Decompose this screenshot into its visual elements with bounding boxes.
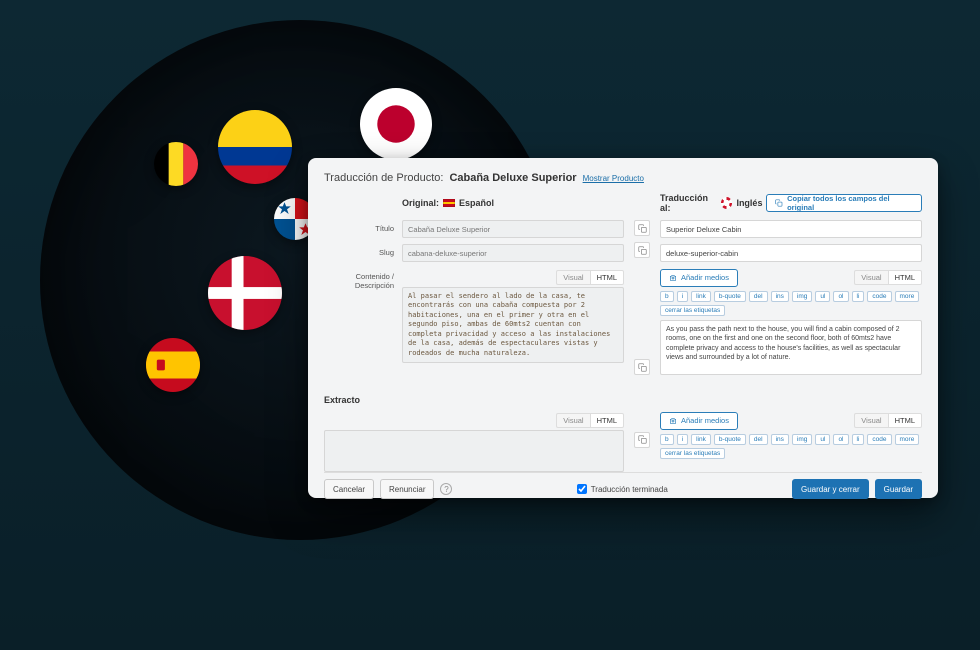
slug-label: Slug xyxy=(324,244,394,257)
tab-visual[interactable]: Visual xyxy=(556,413,589,428)
copy-all-button[interactable]: Copiar todos los campos del original xyxy=(766,194,922,212)
translation-editor-tabs: Visual HTML xyxy=(854,270,922,285)
copy-excerpt-button[interactable] xyxy=(634,432,650,448)
title-label: Título xyxy=(324,220,394,233)
flag-spain xyxy=(146,338,200,392)
panel-footer: Cancelar Renunciar ? Traducción terminad… xyxy=(324,472,922,499)
help-icon[interactable]: ? xyxy=(440,483,452,495)
tab-html[interactable]: HTML xyxy=(888,270,922,285)
tag-li[interactable]: li xyxy=(852,291,865,302)
tab-visual[interactable]: Visual xyxy=(854,413,887,428)
header-prefix: Traducción de Producto: xyxy=(324,172,443,184)
tag-more[interactable]: more xyxy=(895,291,920,302)
excerpt-section-title: Extracto xyxy=(324,395,922,405)
original-slug-field: cabana-deluxe-superior xyxy=(402,244,624,262)
show-product-link[interactable]: Mostrar Producto xyxy=(583,174,644,183)
cancel-button[interactable]: Cancelar xyxy=(324,479,374,499)
content-label: Contenido / Descripción xyxy=(324,268,394,290)
translation-title-input[interactable]: Superior Deluxe Cabin xyxy=(660,220,922,238)
translation-slug-input[interactable]: deluxe-superior-cabin xyxy=(660,244,922,262)
flag-colombia xyxy=(218,110,292,184)
tag-link[interactable]: link xyxy=(691,291,711,302)
add-media-button[interactable]: Añadir medios xyxy=(660,269,738,287)
original-title-field: Cabaña Deluxe Superior xyxy=(402,220,624,238)
add-media-excerpt-button[interactable]: Añadir medios xyxy=(660,412,738,430)
tag-del[interactable]: del xyxy=(749,291,768,302)
save-and-close-button[interactable]: Guardar y cerrar xyxy=(792,479,869,499)
tab-visual[interactable]: Visual xyxy=(556,270,589,285)
copy-content-button[interactable] xyxy=(634,359,650,375)
translation-finished-checkbox[interactable]: Traducción terminada xyxy=(577,484,668,494)
close-tags-button[interactable]: cerrar las etiquetas xyxy=(660,305,725,316)
original-excerpt-field xyxy=(324,430,624,472)
original-editor-tabs: Visual HTML xyxy=(402,270,624,285)
tab-html[interactable]: HTML xyxy=(590,270,624,285)
tab-visual[interactable]: Visual xyxy=(854,270,887,285)
translation-excerpt-tabs: Visual HTML xyxy=(854,413,922,428)
tag-img[interactable]: img xyxy=(792,291,812,302)
tag-ol[interactable]: ol xyxy=(833,291,848,302)
original-column-header: Original: Español xyxy=(324,194,624,212)
html-tag-toolbar: b i link b-quote del ins img ul ol li co… xyxy=(660,291,922,316)
flag-denmark xyxy=(208,256,282,330)
tag-ins[interactable]: ins xyxy=(771,291,789,302)
original-content-field: Al pasar el sendero al lado de la casa, … xyxy=(402,287,624,363)
translation-editor-panel: Traducción de Producto: Cabaña Deluxe Su… xyxy=(308,158,938,498)
panel-header: Traducción de Producto: Cabaña Deluxe Su… xyxy=(324,172,922,184)
copy-slug-button[interactable] xyxy=(634,242,650,258)
flag-es-icon xyxy=(443,199,455,207)
flag-japan xyxy=(360,88,432,160)
tag-bquote[interactable]: b-quote xyxy=(714,291,746,302)
tab-html[interactable]: HTML xyxy=(888,413,922,428)
product-name: Cabaña Deluxe Superior xyxy=(449,172,576,184)
flag-en-icon xyxy=(721,197,732,209)
excerpt-tag-toolbar: b i link b-quote del ins img ul ol li co… xyxy=(660,434,922,459)
tag-i[interactable]: i xyxy=(677,291,688,302)
flag-belgium xyxy=(154,142,198,186)
tag-code[interactable]: code xyxy=(867,291,891,302)
copy-title-button[interactable] xyxy=(634,220,650,236)
tab-html[interactable]: HTML xyxy=(590,413,624,428)
original-excerpt-tabs: Visual HTML xyxy=(324,413,624,428)
save-button[interactable]: Guardar xyxy=(875,479,922,499)
close-tags-excerpt-button[interactable]: cerrar las etiquetas xyxy=(660,448,725,459)
translation-content-input[interactable]: As you pass the path next to the house, … xyxy=(660,320,922,375)
tag-b[interactable]: b xyxy=(660,291,674,302)
tag-ul[interactable]: ul xyxy=(815,291,830,302)
renounce-button[interactable]: Renunciar xyxy=(380,479,434,499)
translation-column-header: Traducción al: Inglés Copiar todos los c… xyxy=(660,194,922,212)
